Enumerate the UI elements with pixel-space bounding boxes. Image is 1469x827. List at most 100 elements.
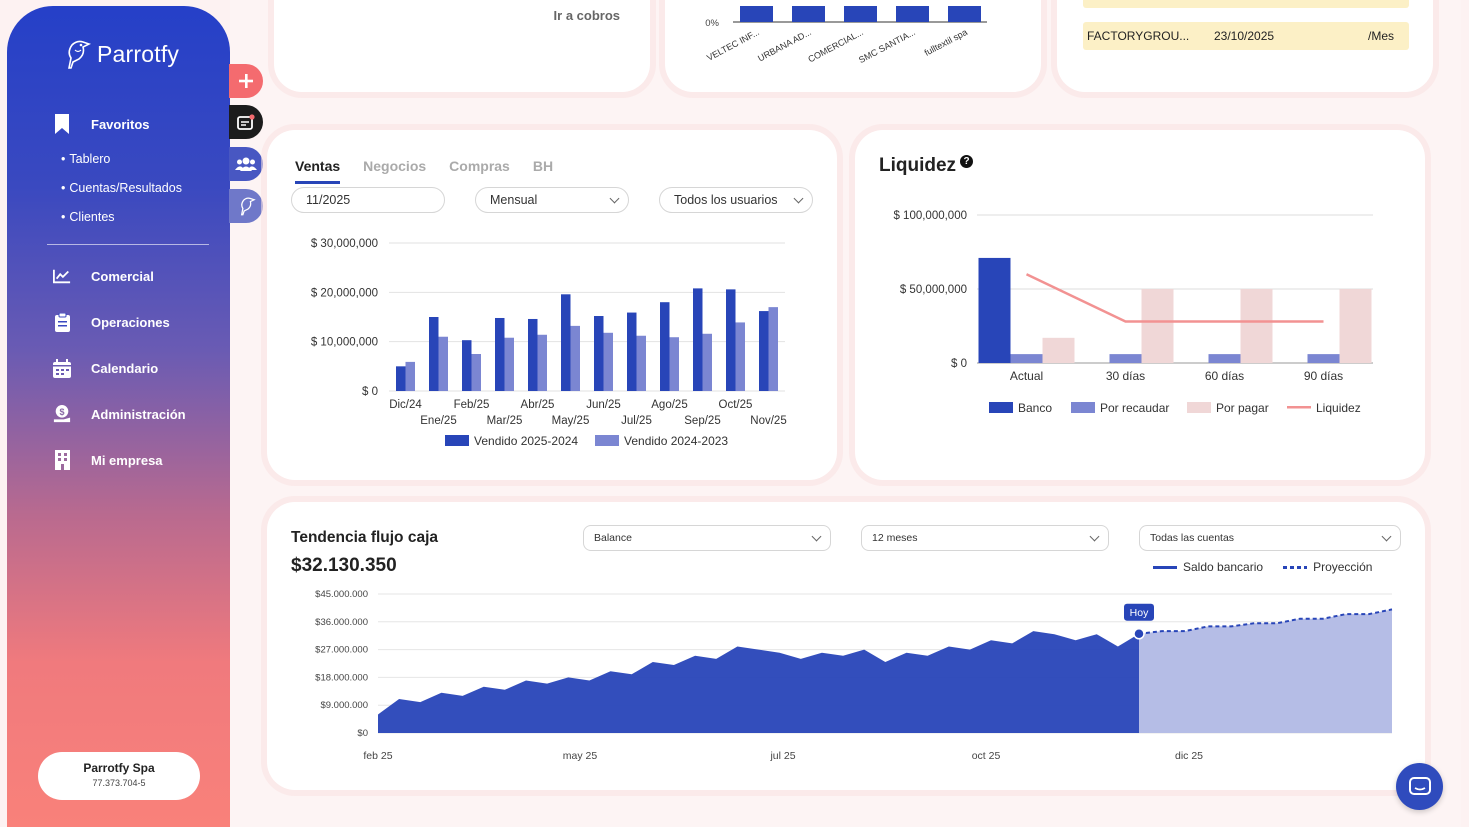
money-hand-icon: $: [53, 404, 71, 424]
liquidez-bar: [1240, 289, 1273, 363]
flujo-x-tick: oct 25: [972, 750, 1001, 762]
liquidez-legend-label: Por recaudar: [1100, 401, 1169, 415]
bookmark-icon: [53, 114, 71, 134]
ventas-bar: [768, 307, 778, 391]
liquidez-x-label: 30 días: [1106, 369, 1145, 383]
flujo-area-actual: [378, 631, 1139, 733]
sidebar-item-administracion[interactable]: $ Administración: [53, 404, 186, 424]
ventas-bar: [396, 366, 406, 391]
liquidez-bar: [1208, 354, 1241, 363]
ventas-y-tick: $ 0: [362, 386, 378, 398]
liquidez-bar: [1042, 337, 1075, 363]
ventas-y-tick: $ 20,000,000: [311, 287, 378, 299]
ventas-bar: [537, 334, 547, 391]
ventas-x-label: Feb/25: [454, 399, 490, 411]
ventas-bar: [471, 354, 481, 391]
company-name: Parrotfy Spa: [83, 761, 155, 775]
sidebar-item-label: Operaciones: [91, 314, 170, 330]
ventas-x-label: Oct/25: [719, 399, 753, 411]
sidebar-item-mi-empresa[interactable]: Mi empresa: [53, 450, 163, 470]
top-clients-mini-chart: 0%VELTEC INF...URBANA AD...COMERCIAL...S…: [705, 6, 987, 65]
factura-client: FACTORYGROU...: [1087, 29, 1190, 43]
plus-icon: [239, 74, 253, 88]
ventas-bar: [759, 311, 769, 391]
company-selector[interactable]: Parrotfy Spa 77.373.704-5: [38, 752, 200, 800]
notifications-button[interactable]: [229, 105, 263, 139]
sidebar-item-label: Comercial: [91, 268, 154, 284]
chat-button[interactable]: [1396, 763, 1443, 810]
svg-text:$: $: [59, 407, 64, 417]
cobros-card: Ir a cobros: [274, 0, 650, 92]
sidebar-item-label: Calendario: [91, 360, 159, 376]
ventas-bar: [693, 288, 703, 391]
chat-icon: [1408, 776, 1431, 795]
ventas-bar: [702, 333, 712, 391]
ventas-x-label: Ene/25: [420, 415, 456, 427]
users-button[interactable]: [229, 147, 263, 181]
sidebar-subitem-clientes[interactable]: Clientes: [61, 210, 114, 224]
add-button[interactable]: [229, 64, 263, 98]
mini-x-label: SMC SANTIA...: [857, 27, 917, 65]
calendar-icon: [53, 358, 71, 378]
liquidez-y-tick: $ 100,000,000: [893, 210, 967, 222]
liquidez-legend-label: Liquidez: [1316, 401, 1361, 415]
mini-x-label: fulltextil spa: [923, 27, 969, 58]
flujo-y-tick: $45.000.000: [315, 589, 368, 600]
ventas-x-label: Mar/25: [487, 415, 523, 427]
sidebar-item-label: Mi empresa: [91, 452, 163, 468]
mini-bar: [792, 6, 825, 22]
flujo-x-tick: feb 25: [363, 750, 392, 762]
liquidez-legend-label: Por pagar: [1216, 401, 1269, 415]
factura-row[interactable]: FACTORYGROU... 23/10/2025 /Mes: [1083, 22, 1409, 50]
ventas-bar: [669, 337, 679, 391]
cobros-link[interactable]: Ir a cobros: [554, 8, 620, 23]
sidebar-item-label: Favoritos: [91, 116, 150, 132]
parrot-assistant-button[interactable]: [229, 189, 263, 223]
liquidez-bar: [1141, 289, 1174, 363]
mini-bar: [740, 6, 773, 22]
ventas-bar: [561, 294, 571, 391]
liquidez-bar: [1307, 354, 1340, 363]
top-clients-card: 0% VELTEC INF... URBANA AD... COMERCIAL... S…: [665, 0, 1041, 92]
sidebar-item-favoritos[interactable]: Favoritos: [53, 114, 150, 134]
ventas-bar: [504, 337, 514, 391]
ventas-bar: [495, 317, 505, 391]
mini-bar: [844, 6, 877, 22]
liquidez-legend-label: Banco: [1018, 401, 1052, 415]
mini-bar: [896, 6, 929, 22]
company-rut: 77.373.704-5: [92, 778, 146, 788]
chart-line-icon: [53, 266, 71, 286]
ventas-bar: [570, 325, 580, 391]
sidebar-subitem-cuentas[interactable]: Cuentas/Resultados: [61, 181, 182, 195]
ventas-x-label: Dic/24: [389, 399, 422, 411]
mini-x-label: COMERCIAL...: [806, 27, 865, 64]
sidebar-item-calendario[interactable]: Calendario: [53, 358, 158, 378]
subscriptions-card: FACTORYGROU... 23/10/2025 /Mes: [1057, 0, 1433, 92]
liquidez-bar: [1109, 354, 1142, 363]
ventas-bar: [438, 336, 448, 391]
parrot-icon: [240, 197, 256, 216]
factura-row-previous: [1083, 0, 1409, 8]
ventas-legend-swatch: [595, 435, 619, 446]
liquidez-card: Liquidez? $ 0 $ 50,000,000 $ 100,000,000 Ac…: [855, 130, 1425, 480]
ventas-card: Ventas Negocios Compras BH 11/2025 Mensu…: [267, 130, 837, 480]
ventas-bar: [462, 340, 472, 391]
liquidez-bar: [1339, 289, 1372, 363]
liquidez-x-label: Actual: [1010, 369, 1043, 383]
ventas-bar: [429, 317, 439, 391]
sidebar: Parrotfy Favoritos Tablero Cuentas/Resul…: [7, 6, 230, 827]
sidebar-subitem-tablero[interactable]: Tablero: [61, 152, 110, 166]
ventas-legend-swatch: [445, 435, 469, 446]
liquidez-line: [1025, 273, 1324, 323]
flujo-y-tick: $0: [357, 728, 368, 739]
ventas-x-label: Sep/25: [684, 415, 720, 427]
flujo-y-tick: $9.000.000: [320, 700, 368, 711]
flujo-y-tick: $27.000.000: [315, 645, 368, 656]
sidebar-item-comercial[interactable]: Comercial: [53, 266, 154, 286]
flujo-hoy-label: Hoy: [1130, 607, 1149, 619]
ventas-chart: $ 0 $ 10,000,000 $ 20,000,000 $ 30,000,000 D…: [311, 238, 787, 448]
ventas-bar: [528, 318, 538, 391]
logo[interactable]: Parrotfy: [61, 38, 179, 70]
sidebar-item-operaciones[interactable]: Operaciones: [53, 312, 170, 332]
liquidez-bar: [978, 257, 1011, 363]
